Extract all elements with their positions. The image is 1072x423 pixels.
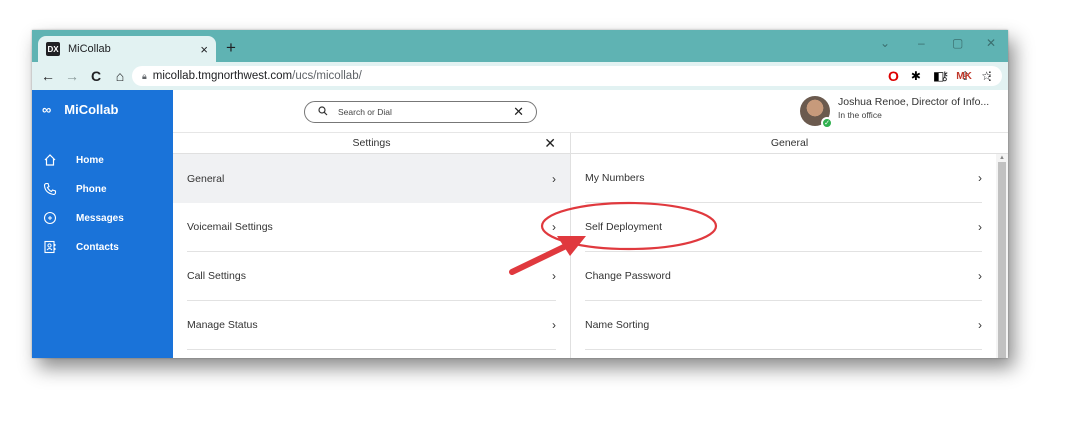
scrollbar[interactable]: ▲ — [996, 154, 1008, 358]
settings-item-manage-status[interactable]: Manage Status › — [187, 301, 556, 350]
chevron-right-icon: › — [978, 220, 982, 234]
micollab-app: ∞ MiCollab Home Phone Messages Contacts … — [32, 90, 1008, 358]
chevron-right-icon: › — [552, 269, 556, 283]
tab-close-icon[interactable]: × — [200, 42, 208, 57]
lock-icon: 🔒︎ — [142, 70, 147, 81]
general-item-label: Name Sorting — [585, 319, 650, 331]
general-header: General — [571, 133, 1008, 154]
presence-check-icon: ✓ — [821, 117, 833, 129]
user-status: In the office — [838, 110, 882, 120]
url-host: micollab.tmgnorthwest.com — [152, 70, 293, 82]
settings-item-label: Call Settings — [187, 270, 246, 282]
general-item-label: Self Deployment — [585, 221, 663, 233]
general-item-label: My Numbers — [585, 172, 645, 184]
browser-tab[interactable]: DX MiCollab × — [38, 36, 216, 62]
general-item-change-password[interactable]: Change Password › — [585, 252, 982, 301]
tab-search-icon[interactable]: ⌄ — [880, 36, 890, 50]
general-item-label: Change Password — [585, 270, 671, 282]
home-button[interactable]: ⌂ — [108, 68, 132, 84]
sidebar-item-phone[interactable]: Phone — [42, 181, 107, 197]
url-path: /ucs/micollab/ — [292, 70, 362, 82]
sidebar-item-messages[interactable]: Messages — [42, 210, 124, 226]
home-icon — [42, 152, 58, 168]
user-name: Joshua Renoe, Director of Info... — [838, 96, 990, 108]
settings-item-call-settings[interactable]: Call Settings › — [187, 252, 556, 301]
minimize-button[interactable]: – — [918, 36, 925, 50]
chevron-right-icon: › — [978, 171, 982, 185]
phone-icon — [42, 181, 58, 197]
settings-header: Settings ✕ — [173, 133, 570, 154]
sidebar-item-label: Phone — [76, 183, 107, 195]
settings-item-voicemail[interactable]: Voicemail Settings › — [187, 203, 556, 252]
general-title: General — [770, 137, 809, 149]
brand: ∞ MiCollab — [42, 102, 118, 117]
messages-icon — [42, 210, 58, 226]
settings-panel: Settings ✕ General › Voicemail Settings … — [173, 133, 571, 358]
general-item-my-numbers[interactable]: My Numbers › — [585, 154, 982, 203]
chevron-right-icon: › — [552, 318, 556, 332]
puzzle-icon[interactable]: ✱ — [911, 69, 921, 83]
sidebar-item-label: Messages — [76, 212, 124, 224]
new-tab-button[interactable]: + — [226, 38, 236, 58]
general-item-name-sorting[interactable]: Name Sorting › — [585, 301, 982, 350]
chevron-right-icon: › — [552, 220, 556, 234]
avatar: ✓ — [800, 96, 833, 129]
tab-title: MiCollab — [68, 43, 111, 55]
opera-icon[interactable]: O — [888, 68, 899, 84]
settings-item-label: Manage Status — [187, 319, 258, 331]
address-bar: ← → C ⌂ 🔒︎ micollab.tmgnorthwest.com/ucs… — [32, 62, 1008, 90]
extension-icons: O ✱ ◧ MK ⋮ — [888, 66, 996, 86]
micollab-logo-icon: ∞ — [42, 102, 51, 117]
mk-extension-icon[interactable]: MK — [956, 71, 972, 82]
browser-window: DX MiCollab × + ⌄ – ▢ ✕ ← → C ⌂ 🔒︎ micol… — [32, 30, 1008, 358]
url-field[interactable]: 🔒︎ micollab.tmgnorthwest.com/ucs/micolla… — [132, 66, 1002, 86]
sidebar-item-label: Home — [76, 154, 104, 166]
reload-button[interactable]: C — [84, 68, 108, 84]
back-button[interactable]: ← — [36, 68, 60, 84]
settings-title: Settings — [352, 137, 391, 149]
maximize-button[interactable]: ▢ — [952, 36, 963, 50]
scroll-up-icon[interactable]: ▲ — [999, 155, 1005, 161]
app-header: Search or Dial ✕ ✓ Joshua Renoe, Directo… — [173, 90, 1008, 133]
settings-item-label: Voicemail Settings — [187, 221, 273, 233]
sidebar: ∞ MiCollab Home Phone Messages Contacts — [32, 90, 173, 358]
general-panel: General My Numbers › Self Deployment › C… — [571, 133, 1008, 358]
sidebar-item-contacts[interactable]: Contacts — [42, 239, 119, 255]
search-placeholder: Search or Dial — [338, 107, 392, 117]
chevron-right-icon: › — [978, 269, 982, 283]
clear-search-icon[interactable]: ✕ — [513, 104, 524, 120]
search-icon — [318, 105, 328, 119]
general-item-self-deployment[interactable]: Self Deployment › — [585, 203, 982, 252]
tab-strip: DX MiCollab × + ⌄ – ▢ ✕ — [32, 30, 1008, 62]
brand-name: MiCollab — [64, 102, 119, 117]
contacts-icon — [42, 239, 58, 255]
search-input[interactable]: Search or Dial ✕ — [304, 101, 537, 123]
sidebar-item-home[interactable]: Home — [42, 152, 104, 168]
forward-button[interactable]: → — [60, 68, 84, 84]
menu-kebab-icon[interactable]: ⋮ — [984, 69, 996, 83]
sidebar-item-label: Contacts — [76, 241, 119, 253]
settings-item-general[interactable]: General › — [173, 154, 570, 203]
chevron-right-icon: › — [978, 318, 982, 332]
scrollbar-thumb[interactable] — [998, 162, 1006, 358]
chevron-right-icon: › — [552, 171, 556, 186]
close-settings-icon[interactable]: ✕ — [544, 133, 556, 153]
favicon-icon: DX — [46, 42, 60, 56]
settings-item-label: General — [187, 172, 225, 185]
user-profile[interactable]: ✓ Joshua Renoe, Director of Info... In t… — [800, 96, 990, 129]
side-panel-icon[interactable]: ◧ — [933, 69, 944, 83]
close-window-button[interactable]: ✕ — [986, 36, 996, 50]
